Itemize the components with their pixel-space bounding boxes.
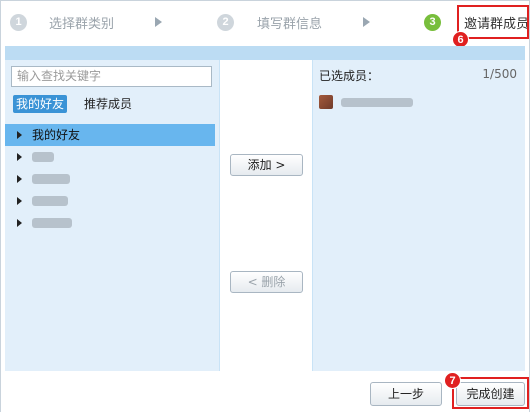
tree-item-group[interactable] bbox=[5, 190, 215, 212]
blurred-group-name bbox=[32, 174, 70, 184]
annotation-marker-7: 7 bbox=[444, 372, 461, 389]
selected-members-label: 已选成员： bbox=[319, 69, 380, 83]
avatar bbox=[319, 95, 333, 109]
expand-caret-icon[interactable] bbox=[17, 175, 22, 183]
selected-members-count: 1/500 bbox=[482, 67, 517, 81]
step-3-number: 3 bbox=[424, 14, 441, 31]
step-arrow-icon bbox=[363, 17, 370, 27]
blurred-group-name bbox=[32, 196, 68, 206]
tree-item-group[interactable] bbox=[5, 168, 215, 190]
step-2-label: 填写群信息 bbox=[257, 17, 323, 32]
blurred-member-name[interactable] bbox=[341, 98, 413, 107]
remove-button[interactable]: < 删除 bbox=[230, 271, 303, 293]
expand-caret-icon[interactable] bbox=[17, 219, 22, 227]
blurred-group-name bbox=[32, 218, 72, 228]
tree-item-my-friends[interactable]: 我的好友 bbox=[5, 124, 215, 146]
step-arrow-icon bbox=[155, 17, 162, 27]
tab-my-friends[interactable]: 我的好友 bbox=[13, 95, 68, 113]
step-1-number: 1 bbox=[10, 14, 27, 31]
tree-item-label: 我的好友 bbox=[32, 128, 81, 142]
tree-item-group[interactable] bbox=[5, 146, 215, 168]
create-group-dialog: 1 选择群类别 2 填写群信息 3 邀请群成员 6 输入查找关键字 我的好友 推… bbox=[0, 0, 530, 412]
step-2-number: 2 bbox=[217, 14, 234, 31]
step-indicator: 1 选择群类别 2 填写群信息 3 邀请群成员 bbox=[1, 1, 529, 43]
add-button[interactable]: 添加 > bbox=[230, 154, 303, 176]
tab-recommended-members[interactable]: 推荐成员 bbox=[81, 95, 135, 113]
action-column bbox=[220, 60, 312, 371]
highlight-box-step3 bbox=[457, 5, 529, 39]
expand-caret-icon[interactable] bbox=[17, 131, 22, 139]
highlight-box-finish bbox=[452, 377, 529, 409]
step-1-label: 选择群类别 bbox=[49, 17, 115, 32]
prev-step-button[interactable]: 上一步 bbox=[370, 382, 442, 406]
expand-caret-icon[interactable] bbox=[17, 197, 22, 205]
blurred-group-name bbox=[32, 152, 54, 162]
search-input[interactable]: 输入查找关键字 bbox=[11, 66, 212, 87]
content-header-strip bbox=[5, 46, 525, 60]
expand-caret-icon[interactable] bbox=[17, 153, 22, 161]
tree-item-group[interactable] bbox=[5, 212, 215, 234]
